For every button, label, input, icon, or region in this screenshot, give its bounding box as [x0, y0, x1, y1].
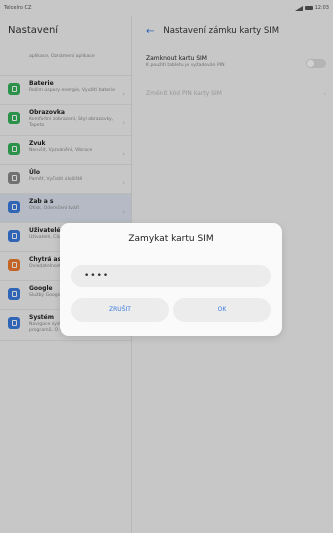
ok-button[interactable]: OK [173, 298, 271, 322]
sim-lock-dialog: Zamykat kartu SIM •••• ZRUŠIT OK [60, 223, 282, 336]
cancel-button[interactable]: ZRUŠIT [71, 298, 169, 322]
dialog-title: Zamykat kartu SIM [128, 234, 214, 244]
pin-input[interactable]: •••• [71, 265, 271, 287]
